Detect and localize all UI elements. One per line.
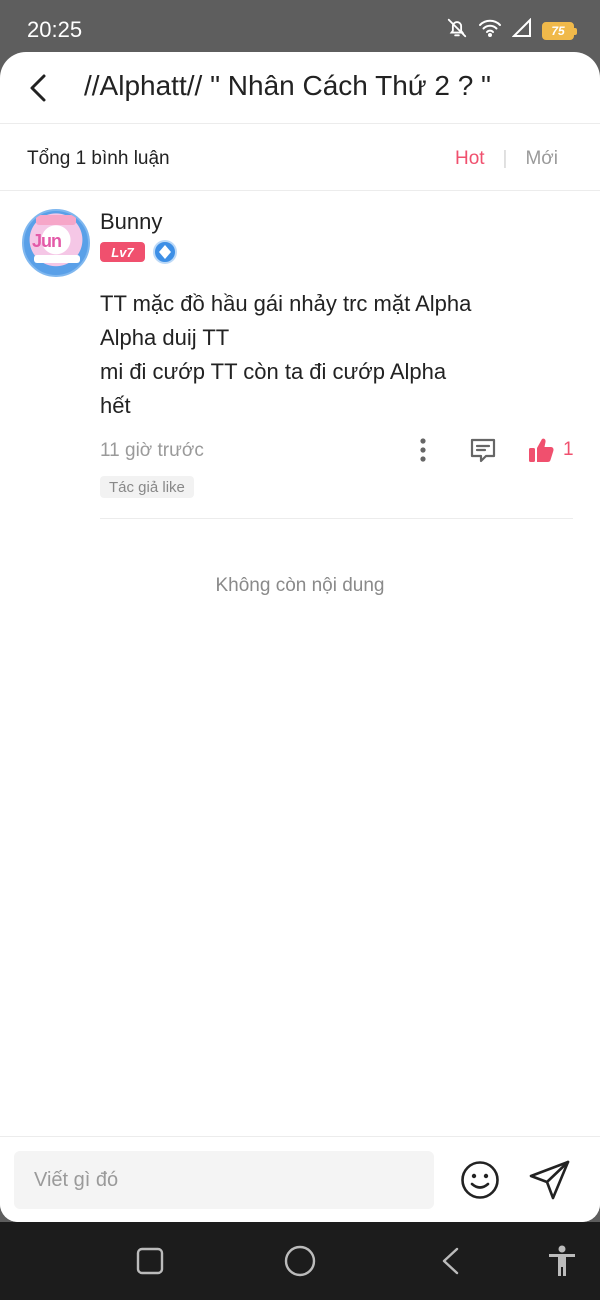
home-button[interactable] — [280, 1242, 320, 1280]
like-count: 1 — [563, 439, 574, 460]
accessibility-button[interactable] — [542, 1242, 582, 1280]
comment-body: TT mặc đồ hầu gái nhảy trc mặt Alpha Alp… — [100, 287, 520, 423]
comment-line: mi đi cướp TT còn ta đi cướp Alpha — [100, 359, 447, 384]
battery-icon: 75 — [542, 21, 577, 40]
more-options-button[interactable] — [410, 435, 436, 465]
tab-new[interactable]: Mới — [525, 148, 558, 170]
end-of-content: Không còn nội dung — [215, 575, 385, 596]
reply-button[interactable] — [467, 435, 499, 465]
comment-timestamp: 11 giờ trước — [100, 440, 204, 461]
send-icon — [529, 1160, 570, 1200]
nav-back-button[interactable] — [430, 1242, 470, 1280]
status-time: 20:25 — [27, 17, 83, 42]
comment-input[interactable] — [14, 1151, 434, 1209]
author-like-tag: Tác giả like — [100, 476, 194, 498]
avatar[interactable]: Jun — [22, 209, 90, 277]
comment-input-bar — [0, 1136, 600, 1222]
recents-button[interactable] — [130, 1242, 170, 1280]
system-nav-bar — [0, 1222, 600, 1300]
wifi-icon — [478, 18, 502, 43]
page-title: //Alphatt// " Nhân Cách Thứ 2 ? " — [84, 70, 491, 101]
comments-sheet: //Alphatt// " Nhân Cách Thứ 2 ? " Tổng 1… — [0, 52, 600, 1222]
like-button[interactable]: 1 — [527, 435, 574, 465]
smiley-icon — [461, 1161, 499, 1199]
emoji-button[interactable] — [459, 1159, 501, 1201]
triangle-back-icon — [442, 1247, 459, 1275]
status-bar: 20:25 75 — [0, 0, 600, 56]
comment-line: TT mặc đồ hầu gái nhảy trc mặt Alpha — [100, 291, 472, 316]
comment-divider — [100, 518, 573, 519]
square-icon — [136, 1247, 164, 1275]
reply-icon — [470, 438, 496, 463]
summary-bar: Tổng 1 bình luận Hot | Mới — [0, 124, 600, 191]
header: //Alphatt// " Nhân Cách Thứ 2 ? " — [0, 52, 600, 124]
sort-divider: | — [502, 148, 508, 169]
verified-writer-icon — [153, 240, 177, 264]
comment-line: hết — [100, 393, 131, 418]
total-comments: Tổng 1 bình luận — [27, 148, 170, 169]
chevron-left-icon — [30, 74, 46, 102]
bell-off-icon — [446, 17, 468, 44]
circle-icon — [284, 1245, 316, 1277]
comment-username[interactable]: Bunny — [100, 209, 162, 235]
more-vertical-icon — [420, 438, 426, 462]
status-icons: 75 — [446, 17, 577, 44]
accessibility-icon — [549, 1245, 575, 1276]
thumbs-up-icon — [529, 438, 554, 462]
level-badge: Lv7 — [100, 242, 145, 262]
comment-line: Alpha duij TT — [100, 325, 230, 350]
tab-hot[interactable]: Hot — [455, 148, 485, 170]
back-button[interactable] — [20, 70, 56, 106]
sort-tabs: Hot | Mới — [455, 148, 558, 170]
send-button[interactable] — [528, 1159, 572, 1201]
signal-icon — [511, 17, 532, 43]
